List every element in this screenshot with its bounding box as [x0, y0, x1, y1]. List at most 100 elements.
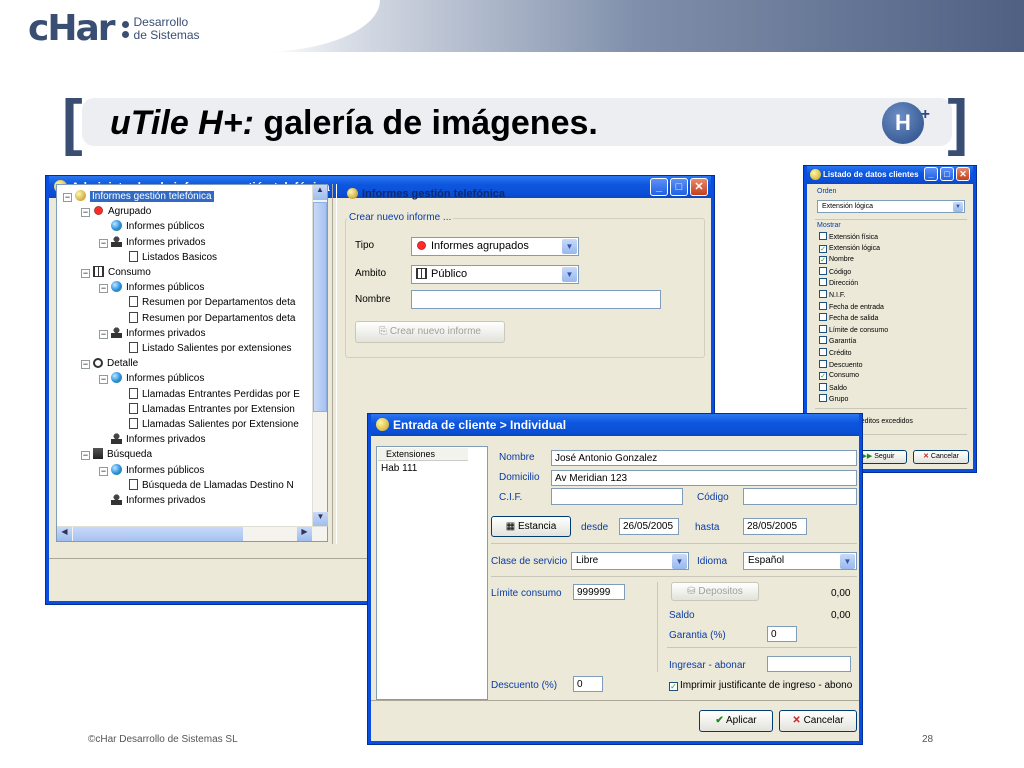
tree-node[interactable]: − Búsqueda	[81, 447, 152, 462]
check-icon[interactable]: ✓	[819, 372, 827, 381]
check-icon[interactable]: ✓	[819, 244, 827, 253]
tree-expander-icon[interactable]: −	[99, 238, 108, 248]
descuento-input[interactable]: 0	[573, 676, 603, 692]
mostrar-checkbox[interactable]: N.I.F.	[819, 290, 845, 301]
tree-node[interactable]: Llamadas Entrantes por Extension	[117, 402, 295, 417]
nombre-input[interactable]	[411, 290, 661, 309]
tree-expander-icon[interactable]: −	[99, 284, 108, 294]
mostrar-checkbox[interactable]: Límite de consumo	[819, 324, 888, 336]
tree-node[interactable]: Búsqueda de Llamadas Destino N	[117, 478, 294, 493]
mostrar-checkbox[interactable]: Grupo	[819, 394, 848, 405]
tree-node[interactable]: − Informes privados	[99, 326, 205, 341]
domicilio-input[interactable]: Av Meridian 123	[551, 470, 857, 486]
checkbox[interactable]	[819, 394, 827, 403]
depositos-button[interactable]: ⛁ Depositos	[671, 582, 759, 601]
tree-node[interactable]: − Informes públicos	[99, 463, 204, 478]
tree-expander-icon[interactable]: −	[99, 375, 108, 385]
chevron-down-icon[interactable]: ▼	[562, 239, 577, 254]
tree-expander-icon[interactable]: −	[99, 466, 108, 476]
maximize-icon[interactable]: □	[940, 167, 954, 181]
mostrar-checkbox[interactable]: ✓ Extensión lógica	[819, 244, 880, 254]
tree-horizontal-scrollbar[interactable]: ◀ ▶	[57, 526, 327, 541]
tree-expander-icon[interactable]: −	[81, 269, 90, 278]
chevron-down-icon[interactable]: ▼	[562, 267, 577, 282]
checkbox[interactable]	[819, 278, 827, 287]
tree-node[interactable]: Resumen por Departamentos deta	[117, 311, 295, 326]
tree-expander-icon[interactable]: −	[81, 451, 90, 461]
nombre-input[interactable]: José Antonio Gonzalez	[551, 450, 857, 466]
mostrar-checkbox[interactable]: ✓ Nombre	[819, 255, 854, 265]
splitter[interactable]	[332, 184, 337, 544]
tree-node[interactable]: Informes privados	[99, 432, 205, 447]
tree-node[interactable]: Listados Basicos	[117, 250, 217, 265]
checkbox[interactable]	[819, 290, 827, 298]
checkbox[interactable]	[819, 266, 827, 275]
tree-node[interactable]: − Informes públicos	[99, 280, 204, 295]
checkbox[interactable]	[819, 382, 827, 391]
listado-title-bar[interactable]: Listado de datos clientes _ □ ✕	[807, 166, 973, 184]
checkbox[interactable]	[819, 336, 827, 345]
report-tree[interactable]: − Informes gestión telefónica − Agrupado Inf…	[56, 184, 328, 542]
imprimir-checkbox[interactable]: ✓ Imprimir justificante de ingreso - abon…	[669, 680, 852, 691]
checkbox[interactable]	[819, 324, 827, 333]
chevron-down-icon[interactable]: ▼	[672, 554, 687, 569]
checkbox[interactable]	[819, 348, 827, 356]
tree-node[interactable]: Llamadas Salientes por Extensione	[117, 417, 299, 432]
chevron-down-icon[interactable]: ▼	[840, 554, 855, 569]
ingresar-input[interactable]	[767, 656, 851, 672]
cancelar-button[interactable]: ✕ Cancelar	[779, 710, 857, 732]
mostrar-checkbox[interactable]: Descuento	[819, 359, 862, 371]
tree-expander-icon[interactable]: −	[99, 329, 108, 339]
extensions-list[interactable]: Extensiones Hab 111	[376, 446, 488, 700]
tree-node[interactable]: − Consumo	[81, 265, 151, 280]
checkbox[interactable]	[819, 232, 827, 240]
mostrar-checkbox[interactable]: Dirección	[819, 278, 858, 289]
hasta-input[interactable]: 28/05/2005	[743, 518, 807, 535]
mostrar-checkbox[interactable]: Código	[819, 266, 851, 278]
check-icon[interactable]: ✓	[819, 256, 827, 265]
tree-node[interactable]: − Detalle	[81, 356, 138, 371]
mostrar-checkbox[interactable]: Extensión física	[819, 232, 878, 243]
tree-node[interactable]: − Informes privados	[99, 235, 205, 250]
tree-node[interactable]: Llamadas Entrantes Perdidas por E	[117, 387, 300, 402]
limite-input[interactable]: 999999	[573, 584, 625, 600]
tree-node[interactable]: Resumen por Departamentos deta	[117, 295, 295, 310]
mostrar-checkbox[interactable]: ✓ Consumo	[819, 371, 859, 381]
mostrar-checkbox[interactable]: Fecha de salida	[819, 313, 878, 324]
ambito-select[interactable]: Público ▼	[411, 265, 579, 284]
tree-node[interactable]: − Informes gestión telefónica	[63, 189, 214, 204]
listado-cancelar-button[interactable]: ✕ Cancelar	[913, 450, 969, 464]
tree-node[interactable]: − Informes públicos	[99, 371, 204, 386]
tree-node[interactable]: − Agrupado	[81, 204, 151, 219]
tree-node[interactable]: Informes públicos	[99, 219, 204, 234]
tree-expander-icon[interactable]: −	[81, 360, 90, 370]
list-item[interactable]: Hab 111	[377, 462, 487, 475]
chevron-down-icon[interactable]: ▼	[953, 202, 963, 212]
mostrar-checkbox[interactable]: Saldo	[819, 382, 847, 394]
close-icon[interactable]: ✕	[956, 167, 970, 181]
garantia-input[interactable]: 0	[767, 626, 797, 642]
estancia-button[interactable]: ▦ Estancia	[491, 516, 571, 537]
scroll-thumb[interactable]	[313, 202, 327, 412]
cif-input[interactable]	[551, 488, 683, 505]
tree-vertical-scrollbar[interactable]: ▲ ▼	[312, 185, 328, 527]
mostrar-checkbox[interactable]: Fecha de entrada	[819, 301, 884, 313]
mostrar-checkbox[interactable]: Crédito	[819, 348, 852, 359]
tree-node[interactable]: Listado Salientes por extensiones	[117, 341, 292, 356]
orden-select[interactable]: Extensión lógica ▼	[817, 200, 965, 213]
tree-node[interactable]: Informes privados	[99, 493, 205, 508]
checkbox[interactable]	[819, 301, 827, 310]
tipo-select[interactable]: Informes agrupados ▼	[411, 237, 579, 256]
minimize-icon[interactable]: _	[924, 167, 938, 181]
extensions-header[interactable]: Extensiones	[378, 448, 468, 461]
checkbox[interactable]	[819, 313, 827, 322]
create-report-button[interactable]: ⎘ Crear nuevo informe	[355, 321, 505, 343]
tree-expander-icon[interactable]: −	[63, 193, 72, 202]
cliente-title-bar[interactable]: Entrada de cliente > Individual	[371, 414, 859, 436]
check-icon[interactable]: ✓	[669, 682, 678, 691]
desde-input[interactable]: 26/05/2005	[619, 518, 679, 535]
idioma-select[interactable]: Español ▼	[743, 552, 857, 570]
checkbox[interactable]	[819, 359, 827, 368]
codigo-input[interactable]	[743, 488, 857, 505]
tree-expander-icon[interactable]: −	[81, 208, 90, 218]
